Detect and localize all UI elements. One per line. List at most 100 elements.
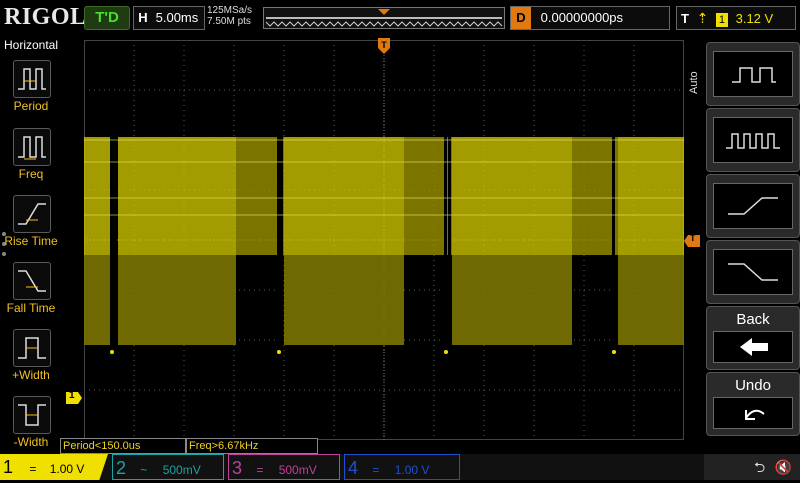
measurement-readout: Period<150.0us Freq>6.67kHz (60, 438, 320, 454)
waveform-gap (114, 137, 117, 347)
rigol-logo: RIGOL (4, 4, 87, 30)
trigger-box[interactable]: T ⇡ 1 3.12 V (676, 6, 796, 30)
waveform-gap (277, 137, 280, 347)
dc-coupling-icon: = (256, 463, 264, 477)
ch1-ground-marker: 1 (66, 390, 82, 404)
back-button[interactable]: Back (706, 306, 800, 370)
waveform-low-band (284, 255, 404, 345)
rise-time-icon (13, 195, 51, 233)
channel-scale: 500mV (162, 463, 201, 477)
menu-item-positive-width[interactable]: +Width (0, 323, 62, 389)
delay-box[interactable]: D 0.00000000ps (510, 6, 670, 30)
waveform-edge-dot (110, 350, 114, 354)
trigger-level-value: 3.12 V (735, 11, 774, 26)
rising-edge-icon (713, 183, 793, 229)
waveform-high-band (618, 137, 684, 255)
waveform-display[interactable] (83, 39, 685, 441)
menu-item-label: -Width (13, 435, 49, 449)
top-status-bar: RIGOL T'D H 5.00ms 125MSa/s 7.50M pts D … (0, 0, 800, 36)
pulse-single-icon (713, 51, 793, 97)
frequency-measurement: Freq>6.67kHz (186, 438, 318, 454)
channel-number: 1 (2, 457, 13, 477)
rising-edge-trigger-icon: ⇡ (696, 10, 709, 26)
menu-item-fall-time[interactable]: Fall Time (0, 256, 62, 322)
menu-item-freq[interactable]: Freq (0, 122, 62, 188)
horizontal-measure-menu: Horizontal Period Freq Rise Time Fall Ti… (0, 36, 62, 452)
channel-bar: 1 = 1.00 V 2 ~ 500mV 3 = 500mV 4 = 1.00 … (0, 454, 800, 480)
svg-text:T: T (381, 40, 387, 50)
menu-item-label: Freq (18, 167, 44, 181)
menu-item-label: Period (13, 99, 49, 113)
horizontal-label: H (138, 10, 148, 25)
dc-coupling-icon: = (29, 462, 37, 476)
channel-4-tab[interactable]: 4 = 1.00 V (344, 454, 460, 480)
menu-item-rise-time[interactable]: Rise Time (0, 189, 62, 255)
channel-number: 4 (347, 458, 358, 478)
channel-scale: 1.00 V (394, 463, 430, 477)
waveform-edge-dot (612, 350, 616, 354)
usb-icon: ⮌ (754, 459, 766, 475)
menu-item-label: +Width (12, 368, 50, 382)
memory-waveform-preview (265, 9, 503, 27)
sample-rate: 125MSa/s (207, 5, 253, 16)
trigger-position-marker (378, 9, 390, 15)
waveform-gap (448, 137, 451, 347)
channel-2-tab[interactable]: 2 ~ 500mV (112, 454, 224, 480)
waveform-high-band (284, 137, 404, 255)
trigger-position-indicator: T (378, 38, 390, 54)
waveform-edge-dot (444, 350, 448, 354)
channel-1-tab[interactable]: 1 = 1.00 V (0, 454, 108, 480)
menu-item-negative-width[interactable]: -Width (0, 390, 62, 456)
channel-number: 2 (115, 458, 126, 478)
waveform-low-band (84, 255, 110, 345)
menu-item-label: Fall Time (6, 301, 56, 315)
fall-time-icon (13, 262, 51, 300)
menu-item-label: Rise Time (4, 234, 58, 248)
trigger-source-badge: 1 (715, 13, 728, 27)
sound-muted-icon: 🔇 (774, 459, 792, 475)
menu-title: Horizontal (3, 38, 59, 52)
channel-scale: 1.00 V (49, 462, 85, 476)
rising-edge-button[interactable] (706, 174, 800, 238)
auto-measure-menu: Back Undo (688, 36, 800, 452)
waveform-low-band (618, 255, 684, 345)
pulse-train-button[interactable] (706, 108, 800, 172)
channel-number: 3 (231, 458, 242, 478)
memory-depth: 7.50M pts (207, 16, 251, 27)
back-label: Back (736, 311, 770, 328)
waveform-edge-dot (277, 350, 281, 354)
waveform-grid (83, 39, 685, 441)
channel-3-tab[interactable]: 3 = 500mV (228, 454, 340, 480)
waveform-gap (612, 137, 615, 347)
menu-item-period[interactable]: Period (0, 54, 62, 120)
falling-edge-button[interactable] (706, 240, 800, 304)
pulse-train-icon (713, 117, 793, 163)
waveform-low-band (452, 255, 572, 345)
falling-edge-icon (713, 249, 793, 295)
timebase-box[interactable]: H 5.00ms (133, 6, 205, 30)
waveform-gap (280, 137, 283, 347)
delay-label: D (511, 7, 531, 29)
channel-scale: 500mV (278, 463, 317, 477)
pulse-single-button[interactable] (706, 42, 800, 106)
undo-label: Undo (735, 377, 771, 394)
waveform-mid-band (572, 137, 618, 255)
timebase-value: 5.00ms (155, 10, 199, 25)
period-measurement: Period<150.0us (60, 438, 186, 454)
waveform-high-band (452, 137, 572, 255)
waveform-high-band (84, 137, 110, 255)
period-icon (13, 60, 51, 98)
system-status-tray: ⮌ 🔇 (704, 454, 800, 480)
ch1-ground-marker-label: 1 (69, 390, 75, 401)
acquisition-info: 125MSa/s 7.50M pts (207, 5, 252, 27)
trigger-label: T (681, 11, 689, 26)
delay-value: 0.00000000ps (540, 10, 624, 25)
undo-button[interactable]: Undo (706, 372, 800, 436)
negative-width-icon (13, 396, 51, 434)
run-status-badge[interactable]: T'D (84, 6, 130, 30)
waveform-mid-band (236, 137, 284, 255)
back-arrow-icon (713, 331, 793, 363)
waveform-low-band (118, 255, 236, 345)
frequency-icon (13, 128, 51, 166)
memory-overview[interactable] (263, 7, 505, 29)
